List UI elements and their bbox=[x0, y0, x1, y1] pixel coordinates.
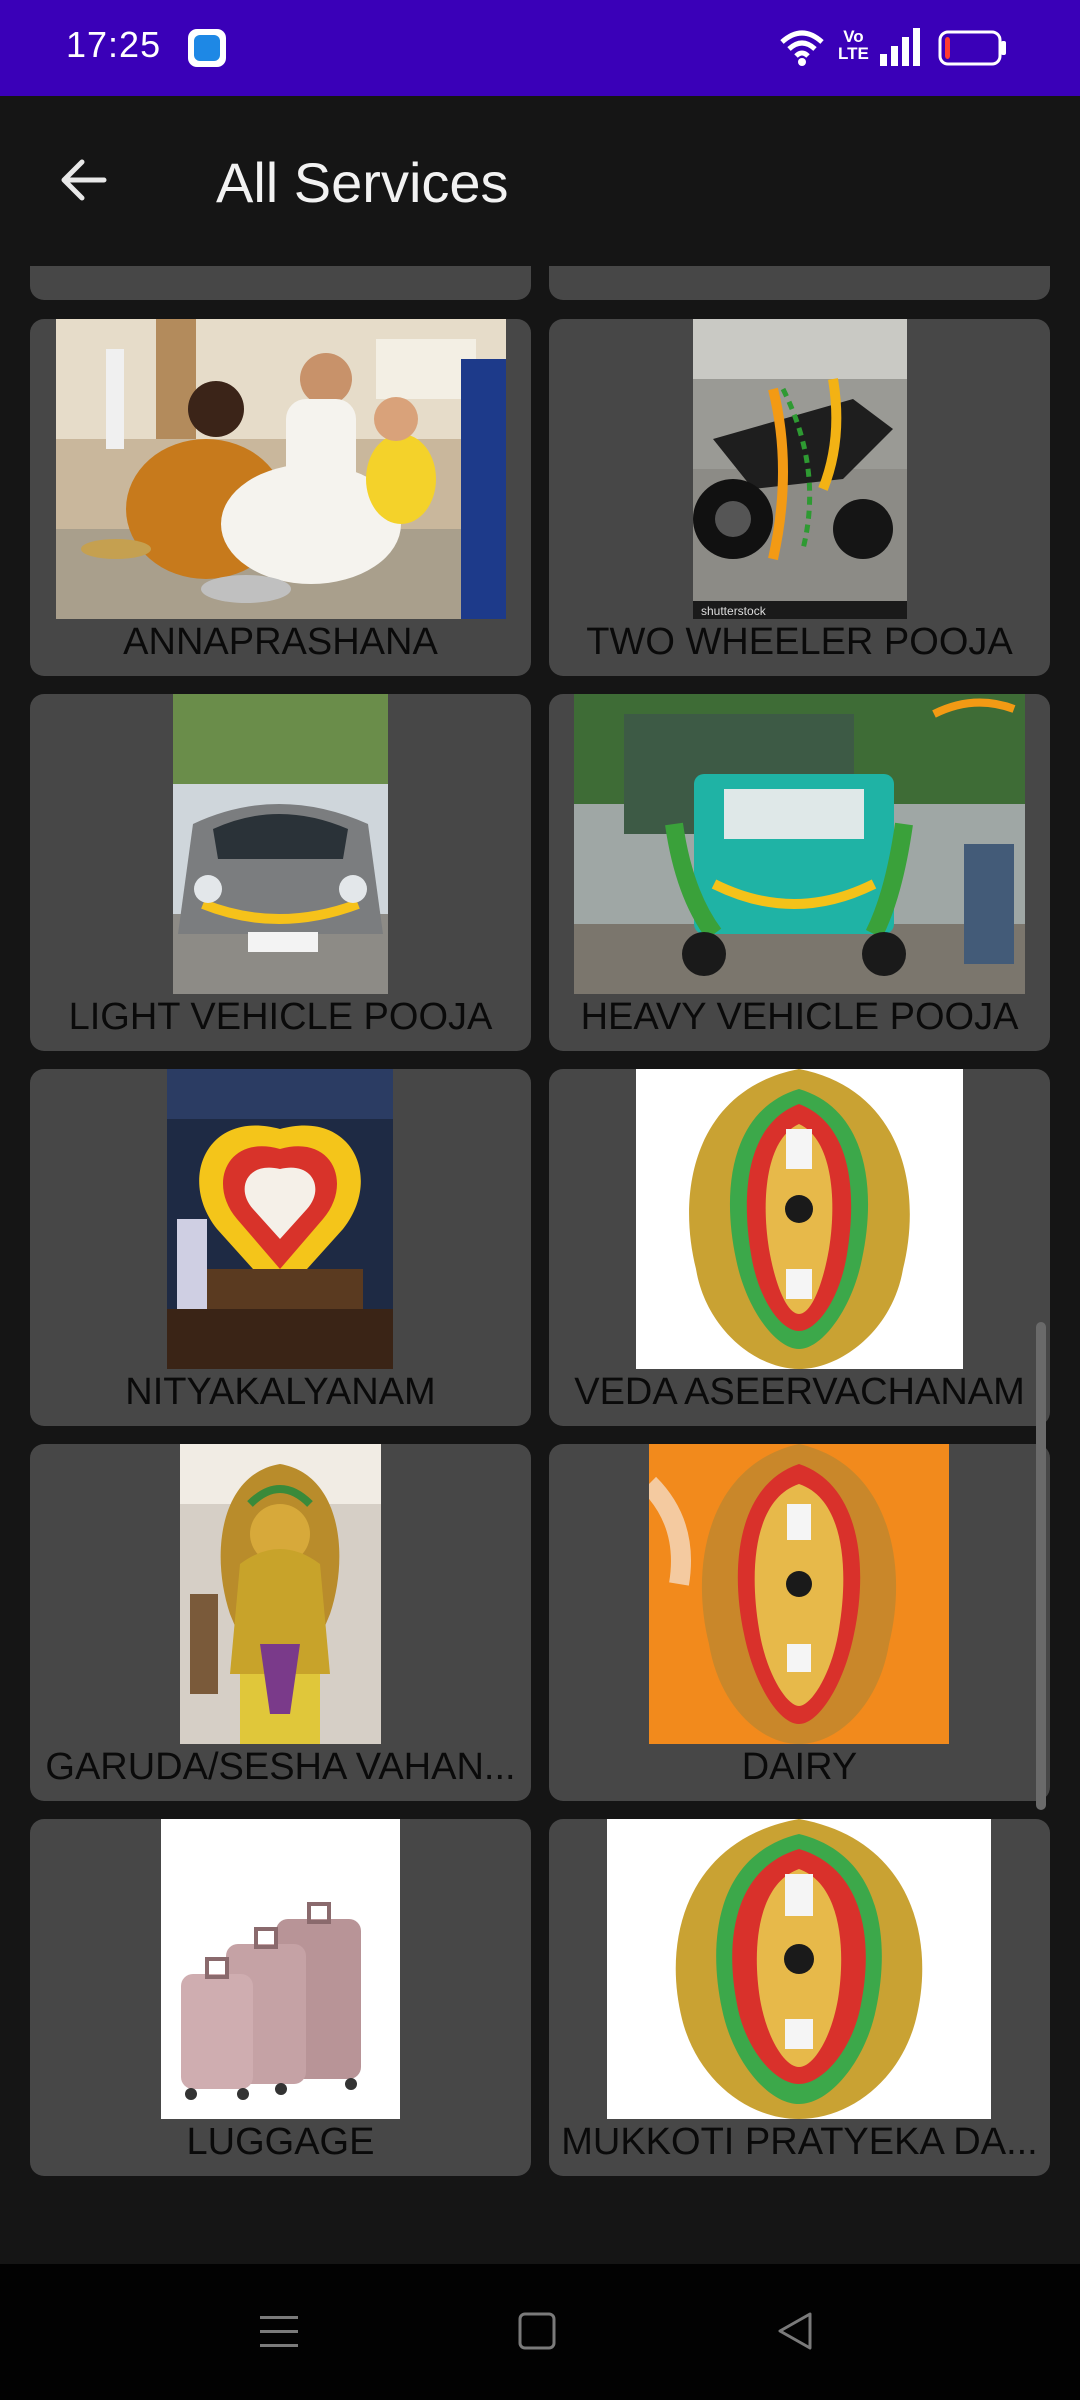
service-card-dairy[interactable]: DAIRY bbox=[549, 1444, 1050, 1801]
status-bar: 17:25 Vo LTE bbox=[0, 0, 1080, 96]
status-time: 17:25 bbox=[66, 24, 162, 65]
garuda-sesha-vahanam-photo bbox=[180, 1444, 381, 1744]
service-label: LUGGAGE bbox=[186, 2121, 375, 2163]
signal-strength-icon bbox=[880, 28, 920, 66]
service-label: HEAVY VEHICLE POOJA bbox=[580, 996, 1019, 1038]
services-grid: ANNAPRASHANA shutterstock TWO WHEELER PO… bbox=[30, 266, 1050, 2264]
service-card-veda-aseervachanam[interactable]: VEDA ASEERVACHANAM bbox=[549, 1069, 1050, 1426]
veda-aseervachanam-photo bbox=[636, 1069, 963, 1369]
service-label: LIGHT VEHICLE POOJA bbox=[68, 996, 493, 1038]
wifi-icon bbox=[780, 30, 824, 66]
service-label: ANNAPRASHANA bbox=[123, 621, 438, 663]
service-card-luggage[interactable]: LUGGAGE bbox=[30, 1819, 531, 2176]
service-label: MUKKOTI PRATYEKA DA... bbox=[561, 2121, 1038, 2163]
battery-icon bbox=[938, 30, 1006, 66]
two-wheeler-photo: shutterstock bbox=[693, 319, 907, 619]
service-card-garuda-sesha-vahanam[interactable]: GARUDA/SESHA VAHAN... bbox=[30, 1444, 531, 1801]
service-label: VEDA ASEERVACHANAM bbox=[574, 1371, 1025, 1413]
service-card-annaprashana[interactable]: ANNAPRASHANA bbox=[30, 319, 531, 676]
scrollbar[interactable] bbox=[1036, 1322, 1046, 1810]
back-triangle-icon[interactable] bbox=[774, 2308, 816, 2356]
service-card-two-wheeler-pooja[interactable]: shutterstock TWO WHEELER POOJA bbox=[549, 319, 1050, 676]
service-card-heavy-vehicle-pooja[interactable]: HEAVY VEHICLE POOJA bbox=[549, 694, 1050, 1051]
page-title: All Services bbox=[216, 151, 509, 214]
recent-apps-menu-icon[interactable] bbox=[258, 2308, 300, 2356]
home-square-icon[interactable] bbox=[516, 2308, 558, 2356]
service-label: GARUDA/SESHA VAHAN... bbox=[45, 1746, 516, 1788]
annaprashana-photo bbox=[56, 319, 506, 619]
nityakalyanam-photo bbox=[167, 1069, 393, 1369]
dairy-photo bbox=[649, 1444, 949, 1744]
service-label: NITYAKALYANAM bbox=[125, 1371, 436, 1413]
light-vehicle-photo bbox=[173, 694, 388, 994]
back-arrow-icon[interactable] bbox=[52, 148, 116, 212]
luggage-photo bbox=[161, 1819, 400, 2119]
service-card-light-vehicle-pooja[interactable]: LIGHT VEHICLE POOJA bbox=[30, 694, 531, 1051]
service-card-mukkoti-pratyeka-darshanam[interactable]: MUKKOTI PRATYEKA DA... bbox=[549, 1819, 1050, 2176]
photo-watermark: shutterstock bbox=[701, 604, 767, 618]
services-list[interactable]: ANNAPRASHANA shutterstock TWO WHEELER PO… bbox=[0, 266, 1080, 2264]
service-card-partial[interactable] bbox=[30, 266, 531, 300]
mukkoti-pratyeka-photo bbox=[607, 1819, 991, 2119]
service-label: TWO WHEELER POOJA bbox=[586, 621, 1013, 663]
system-navigation-bar bbox=[0, 2264, 1080, 2400]
volte-icon: Vo LTE bbox=[838, 27, 869, 63]
service-card-partial[interactable] bbox=[549, 266, 1050, 300]
notification-app-icon bbox=[188, 29, 226, 67]
app-bar: All Services bbox=[0, 96, 1080, 266]
service-card-nityakalyanam[interactable]: NITYAKALYANAM bbox=[30, 1069, 531, 1426]
heavy-vehicle-photo bbox=[574, 694, 1025, 994]
service-label: DAIRY bbox=[741, 1746, 858, 1788]
